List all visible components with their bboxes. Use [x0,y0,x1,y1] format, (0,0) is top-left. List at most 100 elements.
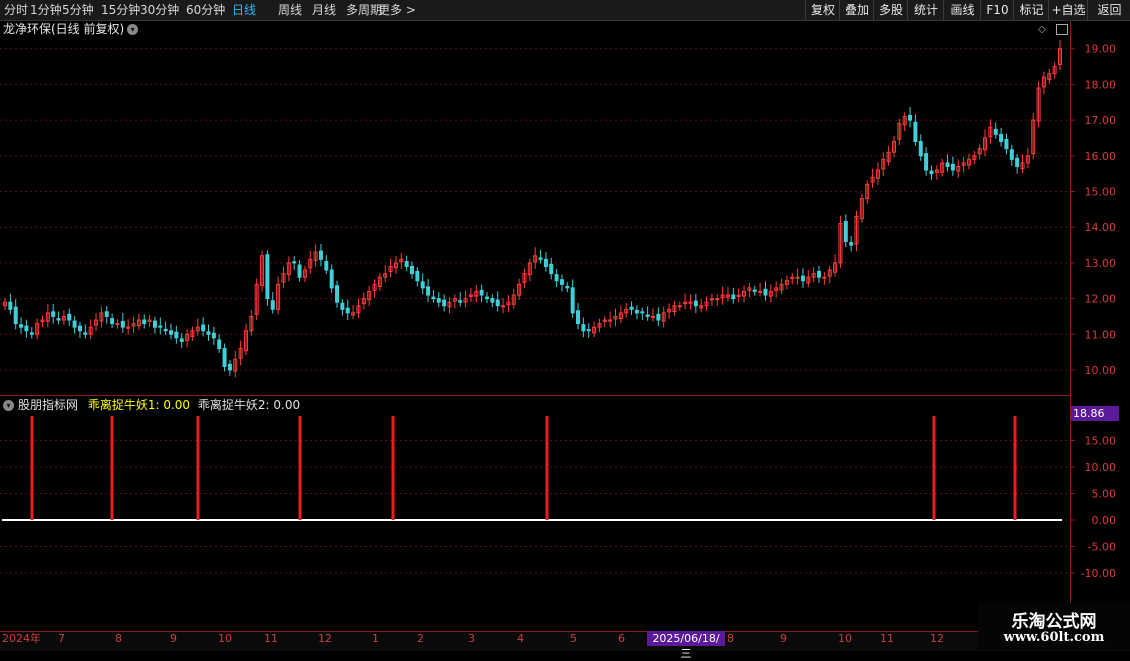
candle-body [174,331,179,339]
candle-body [817,270,822,278]
candle-body [410,265,415,275]
price-axis-label: 13.00 [1085,257,1117,270]
candle-body [570,287,575,314]
candle-body [345,307,350,314]
watermark-title: 乐淘公式网 [1011,612,1097,632]
indicator-dropdown-icon[interactable]: ▾ [3,400,14,411]
candle-body [913,121,918,143]
candle-body [950,163,955,171]
candle-body [677,305,682,308]
candle-body [1004,138,1009,150]
candle-body [72,320,77,328]
x-tick-label: 8 [727,632,734,645]
candle-body [549,263,554,275]
candle-body [645,314,650,317]
price-axis-label: 11.00 [1085,328,1117,341]
candle-body [693,300,698,307]
x-tick-label: 4 [517,632,524,645]
candle-body [999,133,1004,143]
candle-body [152,320,157,328]
candle-body [297,264,302,278]
cursor-date: 2025/06/18/三 [647,631,725,660]
candle-body [479,289,484,296]
candle-body [993,128,998,135]
candle-body [1009,149,1014,160]
x-tick-label: 10 [218,632,232,645]
x-tick-label: 1 [372,632,379,645]
candle-body [318,250,323,260]
candle-body [324,260,329,271]
candle-body [206,331,211,335]
candle-body [13,306,18,325]
candle-body [179,338,184,342]
panel-divider [0,395,1070,396]
candle-body [650,315,655,318]
candle-body [929,170,934,175]
candle-body [431,296,436,300]
indicator-header: ▾ 股朋指标网 乖离捉牛妖1: 0.00 乖离捉牛妖2: 0.00 [3,398,300,412]
indicator-axis-label: 10.00 [1085,461,1117,474]
candle-body [752,289,757,292]
x-tick-label: 11 [880,632,894,645]
x-tick-label: 10 [838,632,852,645]
candle-body [763,288,768,296]
indicator-axis-label: 0.00 [1092,514,1117,527]
x-tick-label: 9 [780,632,787,645]
candle-body [918,141,923,157]
candle-body [115,323,120,326]
price-chart[interactable]: 19.0018.0017.0016.0015.0014.0013.0012.00… [0,0,1130,650]
indicator-axis-label: 5.00 [1092,488,1117,501]
candle-body [227,363,232,371]
candle-body [19,324,24,328]
x-tick-label: 2024年 [2,632,41,645]
candle-body [426,286,431,296]
candle-body [222,348,227,367]
candle-body [1015,157,1020,168]
candle-body [849,242,854,246]
candle-body [554,274,559,282]
candle-body [56,318,61,321]
candle-body [538,257,543,260]
candle-body [634,309,639,314]
candle-body [924,153,929,171]
candle-body [543,258,548,267]
price-axis-label: 10.00 [1085,364,1117,377]
candle-body [758,290,763,293]
candle-body [640,311,645,314]
candle-body [169,330,174,335]
candle-body [656,313,661,321]
price-axis-label: 12.00 [1085,293,1117,306]
candle-body [731,294,736,300]
candle-body [436,298,441,303]
indicator-value-tag: 18.86 [1071,406,1119,421]
candle-body [104,311,109,317]
candle-body [340,302,345,310]
price-axis-label: 15.00 [1085,186,1117,199]
x-tick-label: 12 [930,632,944,645]
candle-body [484,296,489,300]
candle-body [800,275,805,282]
indicator-name: 股朋指标网 [18,398,79,412]
candle-body [495,299,500,307]
candle-body [265,254,270,300]
x-tick-label: 8 [115,632,122,645]
candle-body [29,332,34,335]
candle-body [415,270,420,282]
candle-body [77,325,82,332]
candle-body [629,306,634,310]
candle-body [581,324,586,332]
x-tick-label: 7 [58,632,65,645]
x-tick-label: 2 [417,632,424,645]
x-tick-label: 6 [618,632,625,645]
candle-body [329,269,334,289]
candle-body [490,298,495,303]
candle-body [211,332,216,339]
candle-body [67,313,72,321]
y-axis-divider [1070,21,1071,631]
candle-body [404,260,409,267]
candle-body [843,220,848,242]
price-axis-label: 17.00 [1085,114,1117,127]
candle-body [24,325,29,332]
x-tick-label: 5 [570,632,577,645]
candle-body [565,285,570,289]
